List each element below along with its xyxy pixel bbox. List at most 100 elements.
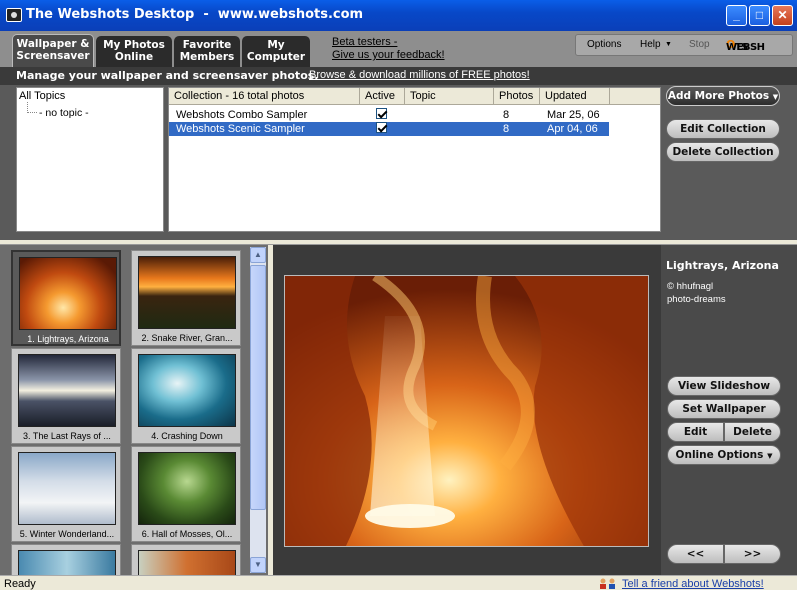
set-wallpaper-button[interactable]: Set Wallpaper bbox=[667, 399, 781, 419]
photo-title: Lightrays, Arizona bbox=[666, 259, 779, 272]
camera-icon bbox=[6, 8, 22, 22]
add-more-photos-button[interactable]: Add More Photos ▼ bbox=[666, 86, 780, 106]
minimize-button[interactable]: _ bbox=[726, 5, 747, 26]
column-active[interactable]: Active bbox=[360, 88, 405, 105]
button-label: Add More Photos bbox=[667, 90, 770, 102]
tab-favorite-members[interactable]: Favorite Members bbox=[174, 36, 240, 67]
column-topic[interactable]: Topic bbox=[405, 88, 494, 105]
photo-actions-panel: Lightrays, Arizona © hhufnagl photo-drea… bbox=[661, 245, 797, 575]
row-name: Webshots Scenic Sampler bbox=[176, 123, 305, 135]
tab-wallpaper-screensaver[interactable]: Wallpaper & Screensaver bbox=[12, 34, 94, 67]
tab-label: Wallpaper & bbox=[16, 38, 90, 50]
thumbnail-scrollbar[interactable]: ▲ ▼ bbox=[250, 247, 266, 573]
manage-text: Manage your wallpaper and screensaver ph… bbox=[16, 69, 319, 82]
preview-image bbox=[285, 276, 648, 546]
people-icon bbox=[600, 578, 615, 589]
photo-credit: © hhufnagl photo-dreams bbox=[667, 280, 726, 306]
thumbnail-item[interactable]: 1. Lightrays, Arizona bbox=[11, 250, 121, 346]
thumbnail-caption: 1. Lightrays, Arizona bbox=[27, 334, 109, 344]
options-menu[interactable]: Options bbox=[587, 39, 621, 50]
tell-a-friend-link[interactable]: Tell a friend about Webshots! bbox=[622, 578, 764, 590]
thumbnail-image bbox=[19, 257, 117, 330]
row-name: Webshots Combo Sampler bbox=[176, 109, 308, 121]
title-bar: The Webshots Desktop - www.webshots.com … bbox=[0, 0, 797, 31]
thumbnail-panel: 1. Lightrays, Arizona 2. Snake River, Gr… bbox=[0, 245, 268, 584]
view-slideshow-button[interactable]: View Slideshow bbox=[667, 376, 781, 396]
thumbnail-item[interactable]: 3. The Last Rays of ... bbox=[11, 348, 121, 444]
row-updated: Apr 04, 06 bbox=[547, 123, 598, 135]
feedback-line: Give us your feedback! bbox=[332, 49, 445, 61]
thumbnail-image bbox=[18, 354, 116, 427]
app-toolbar: Wallpaper & Screensaver My Photos Online… bbox=[0, 31, 797, 67]
tab-label: Online bbox=[114, 51, 154, 63]
thumbnail-image bbox=[138, 354, 236, 427]
tab-label: My bbox=[267, 39, 285, 51]
webshots-logo: WEBSH O TS bbox=[726, 38, 765, 53]
preview-photo bbox=[284, 275, 649, 547]
window-title: The Webshots Desktop - www.webshots.com bbox=[26, 7, 364, 22]
table-row[interactable]: Webshots Combo Sampler 8 Mar 25, 06 bbox=[169, 108, 609, 122]
active-checkbox[interactable] bbox=[376, 122, 387, 133]
browse-photos-link[interactable]: Browse & download millions of FREE photo… bbox=[309, 69, 530, 81]
column-updated[interactable]: Updated bbox=[540, 88, 610, 105]
top-menu: Options Help ▼ Stop WEBSH O TS bbox=[575, 34, 793, 56]
status-text: Ready bbox=[4, 578, 36, 590]
tab-label: Members bbox=[179, 51, 235, 63]
active-checkbox[interactable] bbox=[376, 108, 387, 119]
tab-label: Favorite bbox=[182, 39, 232, 51]
beta-feedback-link[interactable]: Beta testers - Give us your feedback! bbox=[332, 36, 445, 62]
thumbnail-caption: 6. Hall of Mosses, Ol... bbox=[141, 529, 233, 539]
row-photos: 8 bbox=[503, 109, 510, 121]
thumbnail-caption: 3. The Last Rays of ... bbox=[23, 431, 111, 441]
delete-collection-button[interactable]: Delete Collection bbox=[666, 142, 780, 162]
row-updated: Mar 25, 06 bbox=[547, 109, 600, 121]
tree-item-no-topic[interactable]: - no topic - bbox=[39, 107, 89, 119]
thumbnail-item[interactable]: 5. Winter Wonderland... bbox=[11, 446, 121, 542]
topic-tree[interactable]: All Topics - no topic - bbox=[16, 87, 164, 232]
thumbnail-caption: 4. Crashing Down bbox=[151, 431, 223, 441]
tab-label: Screensaver bbox=[16, 50, 90, 62]
thumbnail-caption: 2. Snake River, Gran... bbox=[141, 333, 233, 343]
thumbnail-image bbox=[18, 452, 116, 525]
edit-photo-button[interactable]: Edit bbox=[667, 422, 724, 442]
help-menu[interactable]: Help bbox=[640, 39, 661, 50]
thumbnail-image bbox=[138, 256, 236, 329]
online-options-button[interactable]: Online Options ▼ bbox=[667, 445, 781, 465]
photo-viewer bbox=[273, 245, 661, 575]
sub-header: Manage your wallpaper and screensaver ph… bbox=[0, 67, 797, 85]
credit-source: photo-dreams bbox=[667, 294, 726, 305]
thumbnail-item[interactable]: 2. Snake River, Gran... bbox=[131, 250, 241, 346]
tree-item-all-topics[interactable]: All Topics bbox=[19, 90, 65, 102]
thumbnail-caption: 5. Winter Wonderland... bbox=[19, 529, 115, 539]
row-photos: 8 bbox=[503, 123, 510, 135]
chevron-down-icon: ▼ bbox=[767, 452, 773, 460]
maximize-button[interactable]: □ bbox=[749, 5, 770, 26]
tab-my-photos-online[interactable]: My Photos Online bbox=[96, 36, 172, 67]
chevron-down-icon: ▼ bbox=[665, 41, 672, 48]
tab-my-computer[interactable]: My Computer bbox=[242, 36, 310, 67]
delete-photo-button[interactable]: Delete bbox=[724, 422, 781, 442]
tree-connector bbox=[27, 102, 37, 113]
previous-photo-button[interactable]: << bbox=[667, 544, 724, 564]
next-photo-button[interactable]: >> bbox=[724, 544, 781, 564]
close-button[interactable]: ✕ bbox=[772, 5, 793, 26]
scrollbar-thumb[interactable] bbox=[250, 265, 266, 510]
collection-panel: All Topics - no topic - Collection - 16 … bbox=[0, 85, 797, 240]
edit-collection-button[interactable]: Edit Collection bbox=[666, 119, 780, 139]
thumbnail-item[interactable]: 4. Crashing Down bbox=[131, 348, 241, 444]
tab-label: Computer bbox=[246, 51, 306, 63]
credit-author: © hhufnagl bbox=[667, 281, 714, 292]
thumbnail-image bbox=[138, 452, 236, 525]
column-photos[interactable]: Photos bbox=[494, 88, 540, 105]
scroll-down-icon[interactable]: ▼ bbox=[250, 557, 266, 573]
thumbnail-item[interactable]: 6. Hall of Mosses, Ol... bbox=[131, 446, 241, 542]
list-header: Collection - 16 total photos Active Topi… bbox=[169, 88, 660, 105]
status-bar: Ready Tell a friend about Webshots! bbox=[0, 575, 797, 590]
button-label: Online Options bbox=[675, 449, 764, 461]
stop-button[interactable]: Stop bbox=[689, 39, 710, 50]
collection-list[interactable]: Collection - 16 total photos Active Topi… bbox=[168, 87, 661, 232]
table-row[interactable]: Webshots Scenic Sampler 8 Apr 04, 06 bbox=[169, 122, 609, 136]
scroll-up-icon[interactable]: ▲ bbox=[250, 247, 266, 263]
column-collection[interactable]: Collection - 16 total photos bbox=[169, 88, 360, 105]
tab-label: My Photos bbox=[103, 39, 165, 51]
